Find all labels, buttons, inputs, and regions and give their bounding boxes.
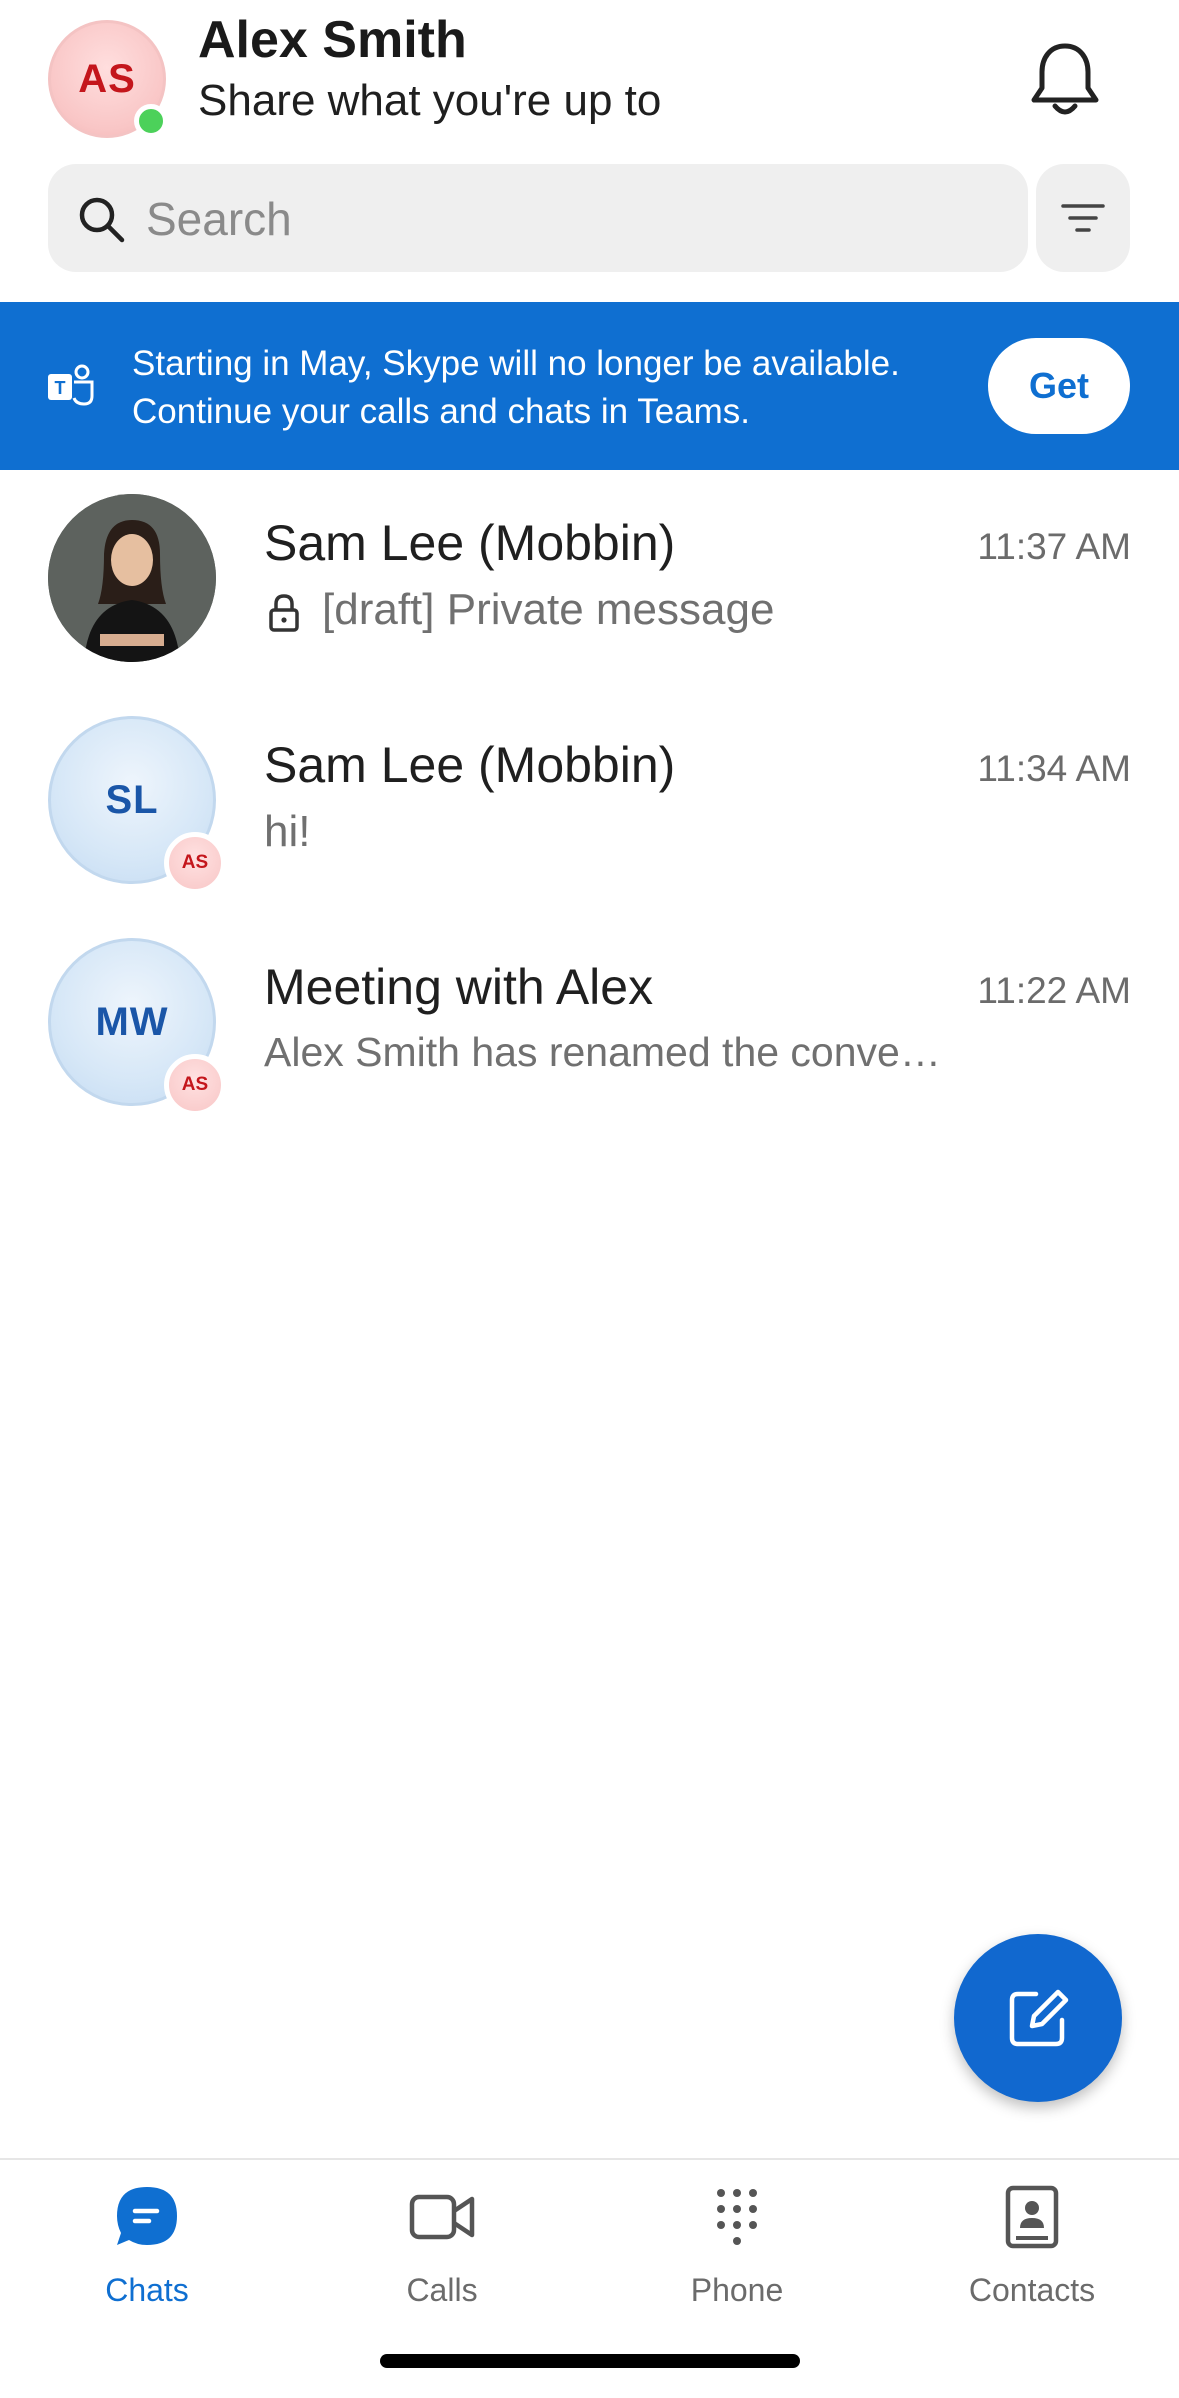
presence-dot [134, 104, 168, 138]
my-avatar-initials: AS [78, 56, 136, 101]
banner-message: Starting in May, Skype will no longer be… [132, 340, 992, 436]
tab-label: Contacts [968, 2272, 1096, 2308]
chat-title: Meeting with Alex [264, 959, 654, 1015]
search-icon [76, 194, 126, 244]
chat-preview: hi! [264, 807, 311, 856]
teams-icon: T [44, 362, 100, 412]
chat-bubble-icon [110, 2180, 184, 2254]
filter-icon [1061, 204, 1105, 232]
tab-label: Phone [690, 2272, 784, 2308]
chat-title: Sam Lee (Mobbin) [264, 515, 676, 571]
bell-icon[interactable] [1020, 34, 1110, 124]
tab-phone[interactable]: Phone [637, 2180, 837, 2330]
avatar-initials: MW [95, 999, 169, 1044]
search-bar[interactable] [48, 164, 1028, 274]
chat-title: Sam Lee (Mobbin) [264, 737, 676, 793]
filter-button[interactable] [1036, 164, 1130, 272]
badge-initials: AS [181, 1074, 209, 1095]
svg-text:T: T [55, 378, 66, 398]
contact-book-icon [995, 2180, 1069, 2254]
banner-line-1: Starting in May, Skype will no longer be… [132, 344, 900, 383]
lock-icon [264, 592, 304, 634]
search-input[interactable] [144, 164, 1008, 274]
avatar-initials: SL [105, 777, 159, 822]
chat-timestamp: 11:22 AM [977, 970, 1131, 1011]
dialpad-icon [700, 2180, 774, 2254]
contact-photo-avatar [48, 494, 216, 662]
chat-timestamp: 11:34 AM [977, 748, 1131, 789]
get-teams-button[interactable]: Get [988, 338, 1130, 434]
banner-line-2: Continue your calls and chats in Teams. [132, 392, 751, 431]
tab-calls[interactable]: Calls [342, 2180, 542, 2330]
badge-initials: AS [181, 852, 209, 873]
profile-status[interactable]: Share what you're up to [198, 76, 661, 126]
tab-label: Calls [406, 2272, 478, 2308]
teams-migration-banner: T Starting in May, Skype will no longer … [0, 302, 1179, 470]
chat-list-item[interactable]: MW AS Meeting with Alex 11:22 AM Alex Sm… [0, 914, 1179, 1136]
chat-preview: [draft] Private message [322, 585, 775, 634]
chat-preview: Alex Smith has renamed the conve… [264, 1029, 941, 1075]
home-indicator [380, 2354, 800, 2368]
chat-timestamp: 11:37 AM [977, 526, 1131, 567]
new-chat-button[interactable] [954, 1934, 1122, 2102]
tab-label: Chats [105, 2272, 189, 2308]
tab-chats[interactable]: Chats [47, 2180, 247, 2330]
compose-icon [1009, 1989, 1069, 2047]
chat-list-item[interactable]: SL AS Sam Lee (Mobbin) 11:34 AM hi! [0, 692, 1179, 914]
chat-list-item[interactable]: Sam Lee (Mobbin) 11:37 AM [draft] Privat… [0, 470, 1179, 692]
participant-badge: AS [164, 1054, 226, 1116]
profile-name[interactable]: Alex Smith [198, 10, 467, 70]
tab-contacts[interactable]: Contacts [932, 2180, 1132, 2330]
participant-badge: AS [164, 832, 226, 894]
video-camera-icon [405, 2180, 479, 2254]
